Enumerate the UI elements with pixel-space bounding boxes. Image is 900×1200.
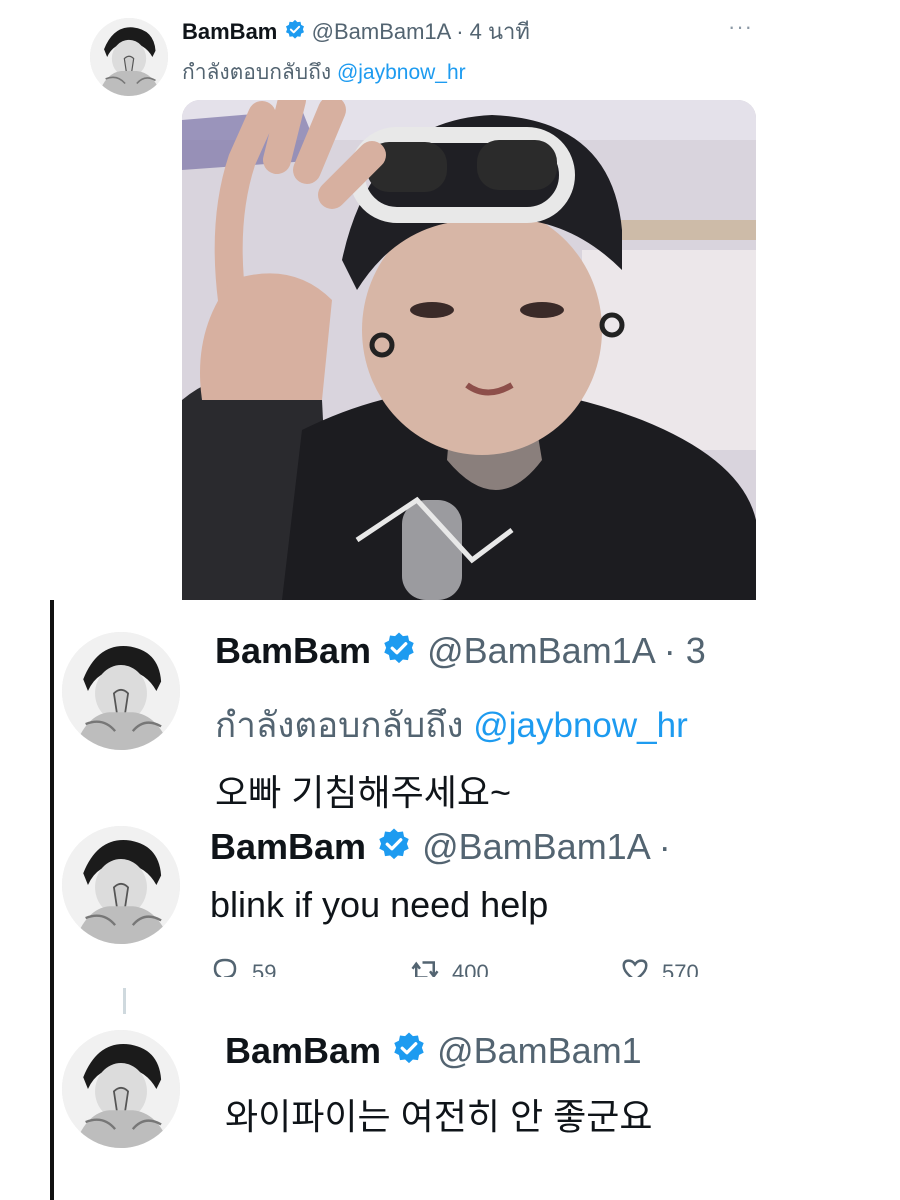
like-icon <box>620 955 650 977</box>
display-name[interactable]: BamBam <box>210 826 366 867</box>
avatar-image <box>62 826 180 944</box>
verified-badge-icon <box>376 827 412 872</box>
reply-prefix: กำลังตอบกลับถึง <box>182 61 332 84</box>
tweet-text: 오빠 기침해주세요~ <box>215 772 511 813</box>
avatar[interactable] <box>62 826 180 944</box>
reply-prefix: กำลังตอบกลับถึง <box>215 706 464 745</box>
retweet-count: 400 <box>452 960 489 977</box>
tweet-header: BamBam @BamBam1A · <box>210 826 671 872</box>
reply-count: 59 <box>252 960 277 977</box>
display-name[interactable]: BamBam <box>182 19 277 44</box>
photo-image <box>182 100 756 600</box>
user-handle[interactable]: @BamBam1A · 4 นาที <box>312 19 530 44</box>
tweet-text: blink if you need help <box>210 884 549 925</box>
reply-button[interactable]: 59 <box>210 955 276 977</box>
like-button[interactable]: 570 <box>620 955 699 977</box>
retweet-icon <box>410 955 440 977</box>
user-handle[interactable]: @BamBam1A · <box>422 826 671 867</box>
user-handle[interactable]: @BamBam1 <box>437 1030 642 1071</box>
avatar[interactable] <box>62 1030 180 1148</box>
avatar[interactable] <box>62 632 180 750</box>
thread-connector <box>123 988 126 1014</box>
avatar-image <box>62 632 180 750</box>
collage-border <box>50 600 54 1200</box>
reply-mention[interactable]: @jaybnow_hr <box>473 706 688 745</box>
retweet-button[interactable]: 400 <box>410 955 489 977</box>
tweet-header: BamBam @BamBam1A · 4 นาที <box>182 14 530 49</box>
tweet-header: BamBam @BamBam1 <box>225 1030 642 1076</box>
reply-context: กำลังตอบกลับถึง @jaybnow_hr <box>215 698 688 753</box>
verified-badge-icon <box>284 19 306 47</box>
avatar-image <box>90 18 168 96</box>
verified-badge-icon <box>381 631 417 676</box>
more-icon[interactable]: ··· <box>728 14 753 40</box>
tweet-header: BamBam @BamBam1A · 3 <box>215 630 706 676</box>
verified-badge-icon <box>391 1031 427 1076</box>
reply-icon <box>210 955 240 977</box>
tweet-text: 와이파이는 여전히 안 좋군요 <box>225 1096 653 1137</box>
display-name[interactable]: BamBam <box>225 1030 381 1071</box>
avatar-image <box>62 1030 180 1148</box>
avatar[interactable] <box>90 18 168 96</box>
user-handle[interactable]: @BamBam1A · 3 <box>427 630 706 671</box>
reply-mention[interactable]: @jaybnow_hr <box>337 61 466 84</box>
display-name[interactable]: BamBam <box>215 630 371 671</box>
like-count: 570 <box>662 960 699 977</box>
tweet-actions: 59 400 570 <box>210 955 770 977</box>
reply-context: กำลังตอบกลับถึง @jaybnow_hr <box>182 56 466 89</box>
tweet-media-photo[interactable] <box>182 100 756 600</box>
